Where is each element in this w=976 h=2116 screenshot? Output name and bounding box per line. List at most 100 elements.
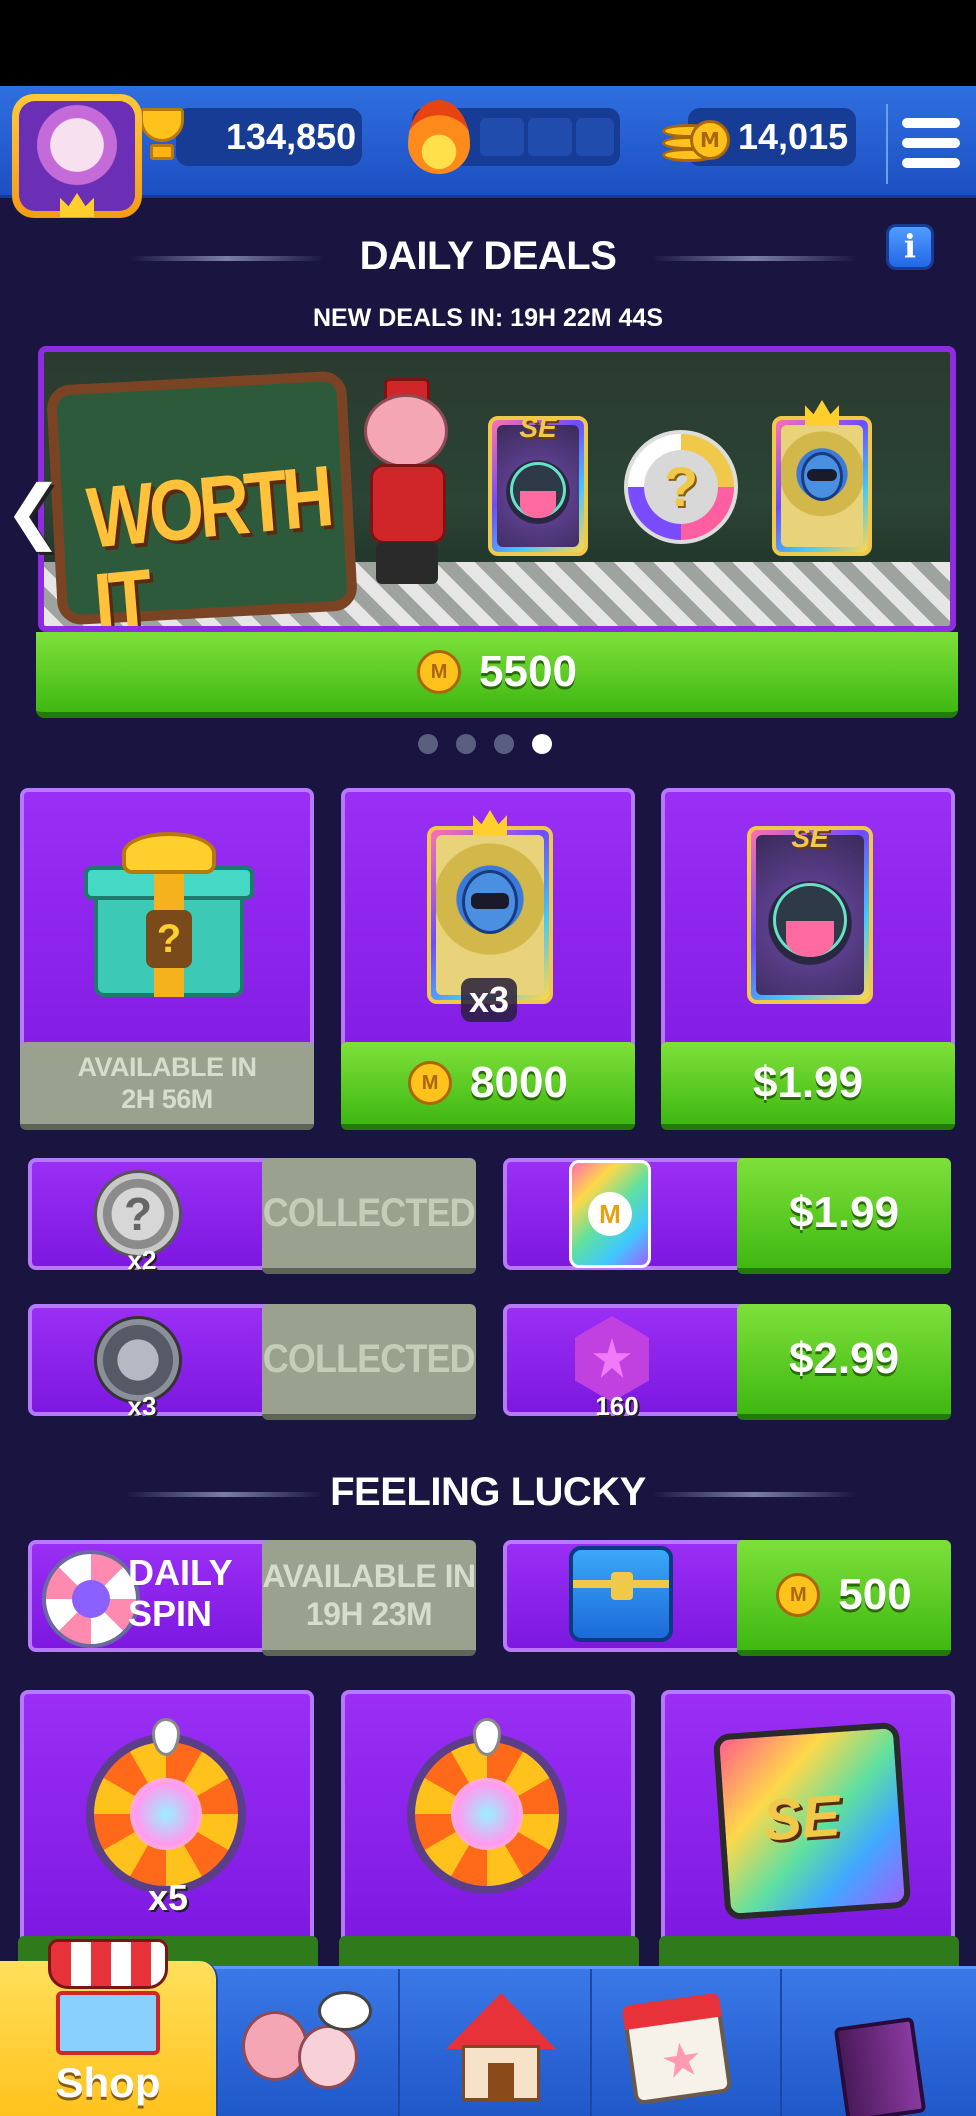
mystery-gift-tile[interactable]: ? AVAILABLE IN 2H 56M (20, 788, 314, 1130)
streak-meter[interactable] (408, 100, 620, 174)
item-count: 160 (595, 1391, 639, 1421)
availability-label: AVAILABLE IN (77, 1051, 258, 1082)
coin-counter[interactable]: M 14,015 (662, 108, 856, 166)
chest-icon (569, 1546, 673, 1644)
gift-availability: AVAILABLE IN 2H 56M (20, 1042, 314, 1130)
se-card-tile[interactable]: SE $1.99 (661, 788, 955, 1130)
daily-spin-line1: DAILY (128, 1552, 233, 1593)
se-card-price: $1.99 (752, 1058, 864, 1107)
coin-icon: M (417, 650, 462, 694)
daily-spin-availability: AVAILABLE IN 19H 23M (262, 1540, 476, 1656)
hero-card-tile[interactable]: x3 M 8000 (341, 788, 635, 1130)
multiplier-badge: x3 (461, 978, 518, 1022)
mystery-token-icon: ? (624, 430, 738, 544)
gem-icon: 160 (569, 1316, 665, 1421)
scarab-icon: x3 (94, 1316, 190, 1421)
collected-status: COLLECTED (262, 1304, 476, 1420)
info-button[interactable]: i (886, 224, 934, 270)
streak-segment (528, 118, 572, 156)
availability-label: AVAILABLE IN (262, 1557, 476, 1594)
coin-icon: M (776, 1573, 821, 1617)
se-box-tile[interactable]: SE (661, 1690, 955, 1950)
carousel-dot-active[interactable] (532, 734, 552, 754)
banner-price: 5500 (479, 647, 577, 696)
shop-icon (56, 1991, 160, 2055)
deals-countdown: NEW DEALS IN: 19H 22M 44S (312, 304, 664, 332)
avatar[interactable] (12, 94, 142, 218)
carousel-dot[interactable] (456, 734, 476, 754)
wheel-token-pack-tile[interactable]: x5 (20, 1690, 314, 1950)
status-bar (0, 0, 976, 86)
availability-time: 2H 56M (121, 1084, 213, 1114)
mystery-token-deal[interactable]: ? x2 COLLECTED (28, 1158, 476, 1275)
chest-price: 500 (838, 1570, 912, 1619)
availability-time: 19H 23M (305, 1596, 433, 1632)
home-icon (446, 1993, 556, 2103)
banner-buy-button[interactable]: M 5500 (36, 632, 958, 718)
multiplier-badge: x5 (148, 1877, 189, 1918)
calendar-icon (621, 1992, 733, 2106)
title-divider-right (652, 1492, 856, 1497)
m-card-price: $1.99 (788, 1188, 900, 1237)
trophy-counter[interactable]: 134,850 (140, 108, 362, 166)
collected-status: COLLECTED (262, 1158, 476, 1274)
crown-icon (60, 193, 94, 217)
gem-price: $2.99 (788, 1334, 900, 1383)
hero-card-icon (772, 400, 872, 556)
nav-home[interactable] (400, 1969, 592, 2116)
nav-events[interactable] (592, 1969, 782, 2116)
se-tag: SE (791, 822, 829, 853)
m-card-deal[interactable]: M $1.99 (503, 1158, 951, 1274)
wheel-token-tile[interactable] (341, 1690, 635, 1950)
daily-spin-label: DAILY SPIN (128, 1552, 233, 1635)
carousel-dots (418, 734, 552, 754)
item-count: x3 (127, 1391, 157, 1421)
m-card-icon: M (569, 1160, 665, 1268)
wheel-token-icon (407, 1734, 567, 1894)
menu-icon[interactable] (886, 104, 968, 184)
se-tag: SE (519, 412, 557, 443)
flame-icon (408, 100, 470, 174)
bottom-nav: Shop (0, 1939, 976, 2116)
hero-card-price: 8000 (470, 1058, 568, 1107)
nav-shop[interactable]: Shop (0, 1939, 218, 2116)
se-card-buy-button[interactable]: $1.99 (661, 1042, 955, 1130)
shop-awning-icon (48, 1939, 168, 1989)
m-letter: M (588, 1192, 632, 1236)
title-divider-right (652, 256, 856, 261)
hero-card-buy-button[interactable]: M 8000 (341, 1042, 635, 1130)
bellhop-pig-character (354, 378, 454, 584)
daily-spin-deal[interactable]: DAILY SPIN AVAILABLE IN 19H 23M (28, 1540, 476, 1656)
chest-buy-button[interactable]: M 500 (737, 1540, 951, 1656)
se-tag: SE (760, 1783, 843, 1854)
top-bar: 134,850 M 14,015 (0, 86, 976, 218)
coins-icon: M (662, 104, 736, 168)
worth-it-sign: WORTH IT (45, 370, 359, 626)
trophy-count: 134,850 (226, 116, 357, 157)
nav-friends[interactable] (218, 1969, 400, 2116)
avatar-portrait (19, 101, 135, 217)
featured-deal-banner[interactable]: WORTH IT SE (38, 346, 956, 632)
se-card-icon: SE (488, 412, 588, 556)
friends-icon (242, 1991, 372, 2097)
collected-label: COLLECTED (263, 1336, 476, 1381)
worth-it-text: WORTH IT (83, 448, 333, 632)
collected-label: COLLECTED (263, 1190, 476, 1235)
gem-buy-button[interactable]: $2.99 (737, 1304, 951, 1420)
item-count: x2 (127, 1245, 157, 1275)
coin-icon: M (408, 1061, 453, 1105)
nav-shop-label: Shop (55, 2059, 161, 2106)
m-card-buy-button[interactable]: $1.99 (737, 1158, 951, 1274)
carousel-prev-arrow[interactable]: ❮ (4, 474, 63, 548)
carousel-dot[interactable] (418, 734, 438, 754)
daily-spin-line2: SPIN (128, 1593, 213, 1635)
spin-wheel-icon (42, 1550, 140, 1648)
gift-box-icon: ? (84, 832, 254, 1002)
gem-deal[interactable]: 160 $2.99 (503, 1304, 951, 1421)
chest-deal[interactable]: M 500 (503, 1540, 951, 1656)
book-icon (833, 2016, 927, 2116)
scarab-token-deal[interactable]: x3 COLLECTED (28, 1304, 476, 1421)
carousel-dot[interactable] (494, 734, 514, 754)
streak-segment (480, 118, 524, 156)
wheel-token-icon (86, 1734, 246, 1894)
